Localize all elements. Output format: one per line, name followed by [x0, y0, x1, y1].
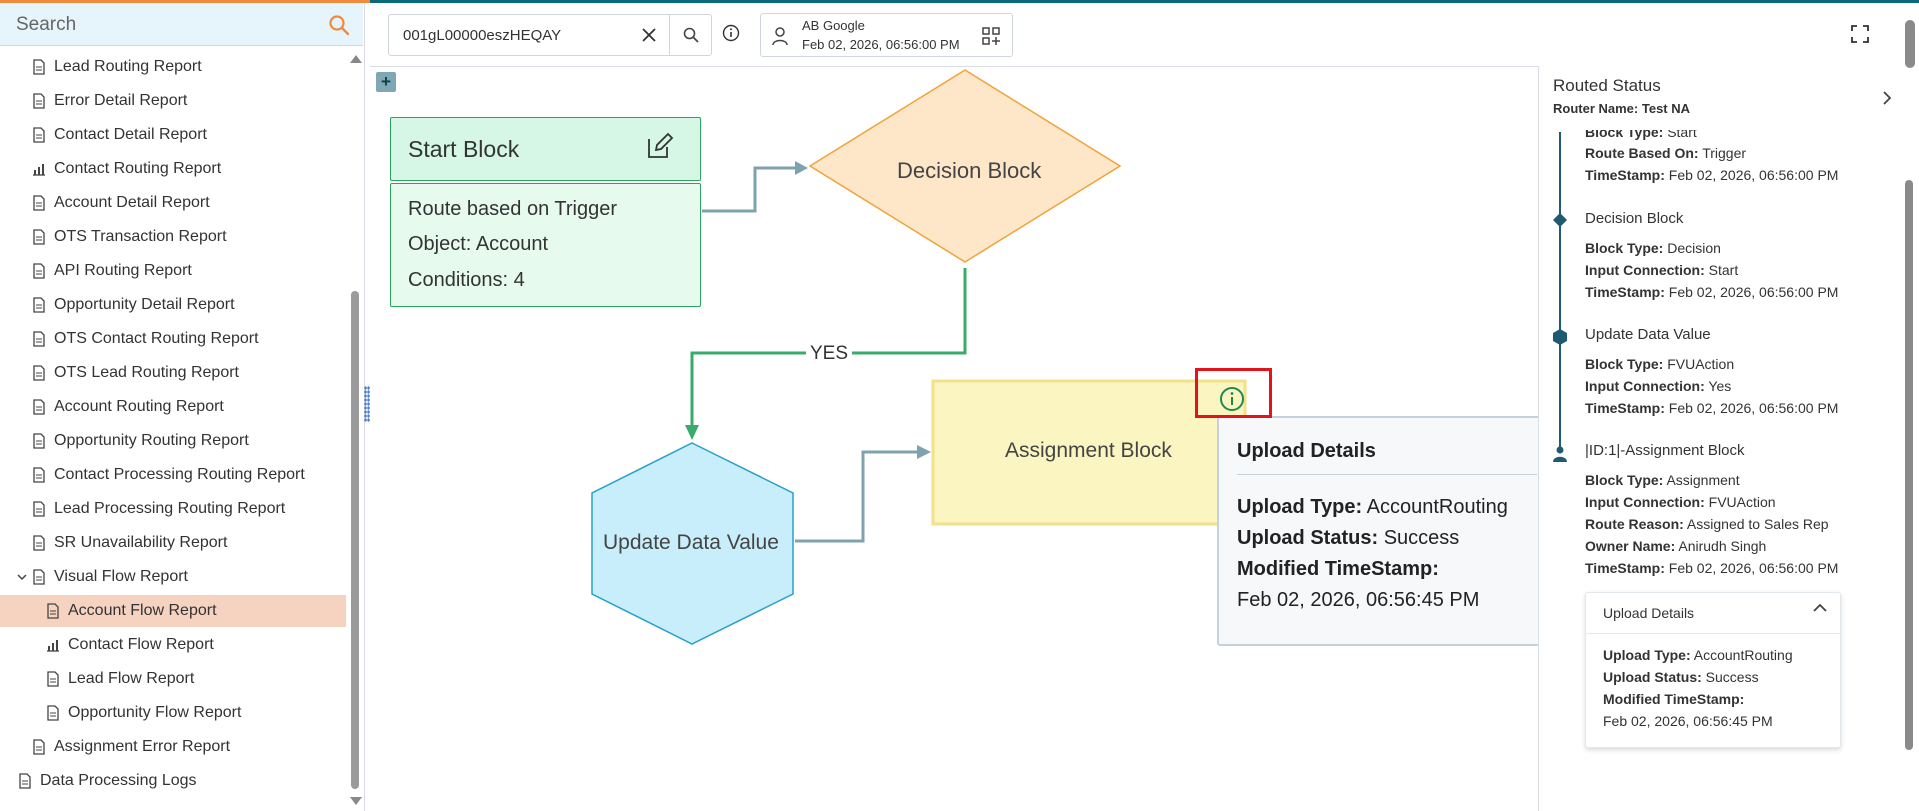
- update-block-label[interactable]: Update Data Value: [603, 531, 779, 555]
- panel-scrollbar[interactable]: [1905, 180, 1913, 750]
- tl-decision-input: Input Connection: Start: [1585, 262, 1739, 278]
- tl-assignment-title: |ID:1|-Assignment Block: [1585, 442, 1745, 459]
- tl-decision-blocktype: Block Type: Decision: [1585, 240, 1721, 256]
- tl-assignment-input: Input Connection: FVUAction: [1585, 494, 1776, 510]
- tl-assignment-ts: TimeStamp: Feb 02, 2026, 06:56:00 PM: [1585, 560, 1839, 576]
- edit-icon[interactable]: [645, 131, 675, 166]
- diamond-icon: [1553, 213, 1567, 227]
- timeline-line: [1559, 132, 1561, 452]
- popup-divider: [1237, 474, 1537, 475]
- tl-assignment-owner: Owner Name: Anirudh Singh: [1585, 538, 1767, 554]
- start-block-header[interactable]: Start Block: [390, 117, 701, 181]
- page-scrollbar[interactable]: [1905, 20, 1915, 68]
- chevron-right-icon[interactable]: [1881, 90, 1893, 111]
- popup-modified-label: Modified TimeStamp:: [1237, 558, 1439, 580]
- router-name: Router Name: Test NA: [1553, 101, 1691, 116]
- yes-connection-label: YES: [806, 343, 853, 365]
- popup-upload-status: Upload Status: Success: [1237, 527, 1460, 549]
- tl-decision-ts: TimeStamp: Feb 02, 2026, 06:56:00 PM: [1585, 284, 1839, 300]
- fullscreen-icon[interactable]: [1850, 24, 1872, 46]
- start-conditions-line: Conditions: 4: [408, 269, 525, 291]
- popup-upload-type: Upload Type: AccountRouting: [1237, 496, 1508, 518]
- routed-status-title: Routed Status: [1553, 76, 1661, 95]
- upload-card-status: Upload Status: Success: [1603, 669, 1759, 685]
- upload-details-popup: Upload Details Upload Type: AccountRouti…: [1217, 416, 1547, 646]
- block-info-icon[interactable]: [1219, 386, 1245, 417]
- upload-details-card: Upload Details Upload Type: AccountRouti…: [1585, 592, 1841, 748]
- tl-assignment-reason: Route Reason: Assigned to Sales Rep: [1585, 516, 1829, 532]
- tl-decision-title: Decision Block: [1585, 210, 1684, 227]
- tl-start-route: Route Based On: Trigger: [1585, 145, 1747, 161]
- tl-update-ts: TimeStamp: Feb 02, 2026, 06:56:00 PM: [1585, 400, 1839, 416]
- tl-start-ts: TimeStamp: Feb 02, 2026, 06:56:00 PM: [1585, 167, 1839, 183]
- person-icon: [1553, 446, 1567, 462]
- upload-card-title: Upload Details: [1603, 605, 1695, 621]
- tl-update-blocktype: Block Type: FVUAction: [1585, 356, 1735, 372]
- upload-card-modified: Feb 02, 2026, 06:56:45 PM: [1603, 713, 1773, 729]
- decision-block-label[interactable]: Decision Block: [897, 158, 1041, 184]
- add-block-button[interactable]: +: [376, 72, 396, 92]
- popup-modified-value: Feb 02, 2026, 06:56:45 PM: [1237, 589, 1480, 611]
- tl-update-input: Input Connection: Yes: [1585, 378, 1732, 394]
- tl-update-title: Update Data Value: [1585, 326, 1711, 343]
- arrow-update-assignment: [795, 450, 922, 543]
- tl-assignment-blocktype: Block Type: Assignment: [1585, 472, 1740, 488]
- assignment-block-label[interactable]: Assignment Block: [1005, 439, 1172, 463]
- start-block-title: Start Block: [408, 136, 520, 162]
- start-object-line: Object: Account: [408, 233, 549, 255]
- hexagon-icon: [1553, 329, 1567, 345]
- flow-diagram: [591, 69, 1247, 645]
- start-route-line: Route based on Trigger: [408, 198, 618, 220]
- arrow-start-decision: [702, 166, 800, 213]
- popup-title: Upload Details: [1237, 440, 1376, 462]
- start-block-body[interactable]: Route based on Trigger Object: Account C…: [390, 183, 701, 307]
- upload-card-type: Upload Type: AccountRouting: [1603, 647, 1793, 663]
- upload-card-divider: [1586, 633, 1840, 634]
- upload-card-modified-label: Modified TimeStamp:: [1603, 691, 1745, 707]
- chevron-up-icon[interactable]: [1812, 601, 1828, 619]
